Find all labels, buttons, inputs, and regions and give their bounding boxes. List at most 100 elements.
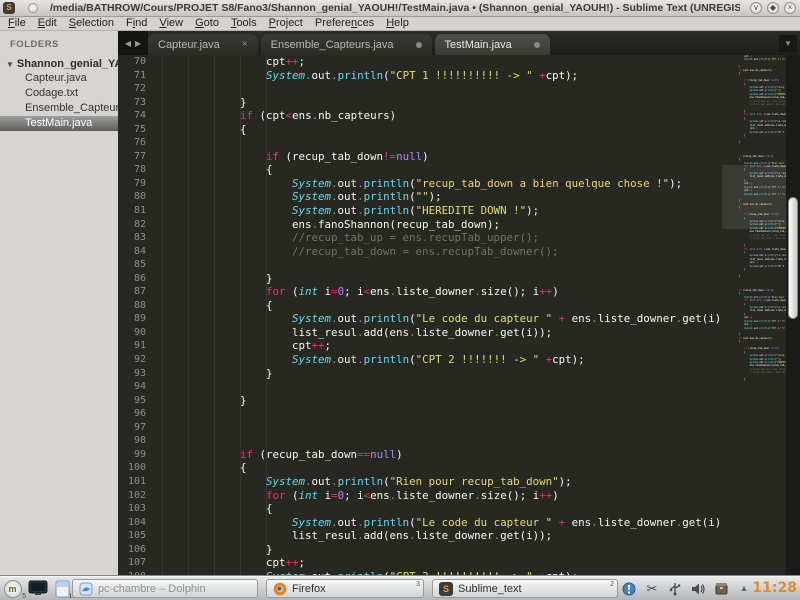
code-line[interactable]: 96 [118,407,722,421]
folders-header: FOLDERS [0,31,118,56]
tab-modified-dot-icon[interactable] [416,42,422,48]
minimap[interactable]: cpt++; System.out.println("CPT 1 !!!!!!!… [722,55,786,575]
sidebar-item-ensemble-capteurs[interactable]: Ensemble_Capteurs [0,101,118,116]
taskbar: m5 10 pc-chambre – Dolphin Firefox3 SSublim… [0,575,800,600]
code-line[interactable]: 76 [118,136,722,150]
system-tray: ✂▴ [621,577,752,600]
launcher-desktop-icon[interactable] [27,578,48,599]
code-line[interactable]: 73 } [118,96,722,110]
code-area[interactable]: 70 cpt++;71 System.out.println("CPT 1 !!… [118,55,800,575]
menu-item-goto[interactable]: Goto [189,17,225,30]
code-line[interactable]: 98 [118,434,722,448]
taskbar-window-firefox[interactable]: Firefox3 [266,579,424,598]
menu-item-preferences[interactable]: Preferences [309,17,380,30]
window-titlebar[interactable]: S /media/BATHROW/Cours/PROJET S8/Fano3/S… [0,0,800,17]
code-line[interactable]: 91 cpt++; [118,339,722,353]
menu-item-view[interactable]: View [153,17,189,30]
line-number: 86 [118,272,146,286]
scrollbar-track[interactable] [786,55,800,575]
code-line[interactable]: 92 System.out.println("CPT 2 !!!!!!! -> … [118,353,722,367]
menu-item-help[interactable]: Help [380,17,415,30]
code-line[interactable]: 106 } [118,543,722,557]
tab-modified-dot-icon[interactable] [534,42,540,48]
sidebar-root-folder[interactable]: ▼Shannon_genial_YAOU [0,56,118,71]
code-line[interactable]: 86 } [118,272,722,286]
tab-scroll-arrows[interactable]: ◀ ▶ [118,31,148,55]
taskbar-window-sublime-text[interactable]: SSublime_text2 [432,579,618,598]
menu-item-project[interactable]: Project [263,17,309,30]
code-line[interactable]: 87 for (int i=0; i<ens.liste_downer.size… [118,285,722,299]
code-line[interactable]: 94 [118,380,722,394]
tray-update-shield-icon[interactable] [621,581,637,597]
code-text[interactable]: 70 cpt++;71 System.out.println("CPT 1 !!… [118,55,722,575]
menu-item-tools[interactable]: Tools [225,17,263,30]
indent-guide [214,55,215,575]
line-number: 102 [118,489,146,503]
code-line[interactable]: 105 list_resul.add(ens.liste_downer.get(… [118,529,722,543]
code-line[interactable]: 71 System.out.println("CPT 1 !!!!!!!!!! … [118,69,722,83]
taskbar-window-pc-chambre-dolphin[interactable]: pc-chambre – Dolphin [72,579,258,598]
tray-usb-device-icon[interactable] [667,581,683,597]
menu-item-selection[interactable]: Selection [63,17,120,30]
scrollbar-thumb[interactable] [788,197,798,319]
code-line[interactable]: 75 { [118,123,722,137]
code-line[interactable]: 93 } [118,367,722,381]
code-line[interactable]: 88 { [118,299,722,313]
tab-capteur-java[interactable]: Capteur.java× [148,34,258,55]
close-icon[interactable]: × [784,2,796,14]
code-line[interactable]: 84 //recup_tab_down = ens.recupTab_downe… [118,245,722,259]
code-line[interactable]: 78 { [118,163,722,177]
code-line[interactable]: 107 cpt++; [118,556,722,570]
window-count-badge: 3 [416,581,420,588]
code-line[interactable]: 82 ens.fanoShannon(recup_tab_down); [118,218,722,232]
code-line[interactable]: 101 System.out.println("Rien pour recup_… [118,475,722,489]
tab-close-icon[interactable]: × [242,39,248,50]
code-line[interactable]: 103 { [118,502,722,516]
maximize-icon[interactable]: ◆ [767,2,779,14]
code-line[interactable]: 70 cpt++; [118,55,722,69]
tray-package-icon[interactable] [713,581,729,597]
tab-testmain-java[interactable]: TestMain.java [435,34,550,55]
menu-item-find[interactable]: Find [120,17,153,30]
launcher-mint-menu-icon[interactable]: m5 [2,578,23,599]
code-line[interactable]: 79 System.out.println("recup_tab_down a … [118,177,722,191]
launcher-badge: 5 [22,593,26,600]
code-line[interactable]: 95 } [118,394,722,408]
window-menu-button[interactable] [28,3,38,13]
tab-ensemble-capteurs-java[interactable]: Ensemble_Capteurs.java [261,34,432,55]
package-icon [714,581,729,596]
code-line[interactable]: 85 [118,258,722,272]
line-number: 104 [118,516,146,530]
tray-clipper-scissors-icon[interactable]: ✂ [644,581,660,597]
taskbar-launchers: m5 10 [2,577,73,600]
code-line[interactable]: 77 if (recup_tab_down!=null) [118,150,722,164]
tab-scroll-right-icon[interactable]: ▶ [135,39,141,48]
minimize-icon[interactable]: ∨ [750,2,762,14]
code-line[interactable]: 97 [118,421,722,435]
code-line[interactable]: 72 [118,82,722,96]
code-line[interactable]: 74 if (cpt<ens.nb_capteurs) [118,109,722,123]
menu-item-file[interactable]: File [2,17,32,30]
line-number: 97 [118,421,146,435]
tray-volume-icon[interactable] [690,581,706,597]
menu-item-edit[interactable]: Edit [32,17,63,30]
code-line[interactable]: 80 System.out.println(""); [118,190,722,204]
code-line[interactable]: 99 if (recup_tab_down==null) [118,448,722,462]
code-line[interactable]: 90 list_resul.add(ens.liste_downer.get(i… [118,326,722,340]
code-line[interactable]: 83 //recup_tab_up = ens.recupTab_upper()… [118,231,722,245]
window-title: /media/BATHROW/Cours/PROJET S8/Fano3/Sha… [50,0,740,17]
sidebar-item-testmain-java[interactable]: TestMain.java [0,116,118,131]
code-line[interactable]: 100 { [118,461,722,475]
tab-scroll-left-icon[interactable]: ◀ [125,39,131,48]
code-line[interactable]: 81 System.out.println("HEREDITE DOWN !")… [118,204,722,218]
code-line[interactable]: 102 for (int i=0; i<ens.liste_downer.siz… [118,489,722,503]
code-line[interactable]: 89 System.out.println("Le code du capteu… [118,312,722,326]
tray-panel-collapse-icon[interactable]: ▴ [736,581,752,597]
tab-overflow-icon[interactable]: ▼ [779,35,797,52]
minimap-viewport[interactable] [722,165,786,229]
clock[interactable]: 11:28 [752,577,797,600]
sidebar-item-capteur-java[interactable]: Capteur.java [0,71,118,86]
sidebar-item-codage-txt[interactable]: Codage.txt [0,86,118,101]
code-line[interactable]: 104 System.out.println("Le code du capte… [118,516,722,530]
launcher-device-notifier-icon[interactable]: 10 [52,578,73,599]
